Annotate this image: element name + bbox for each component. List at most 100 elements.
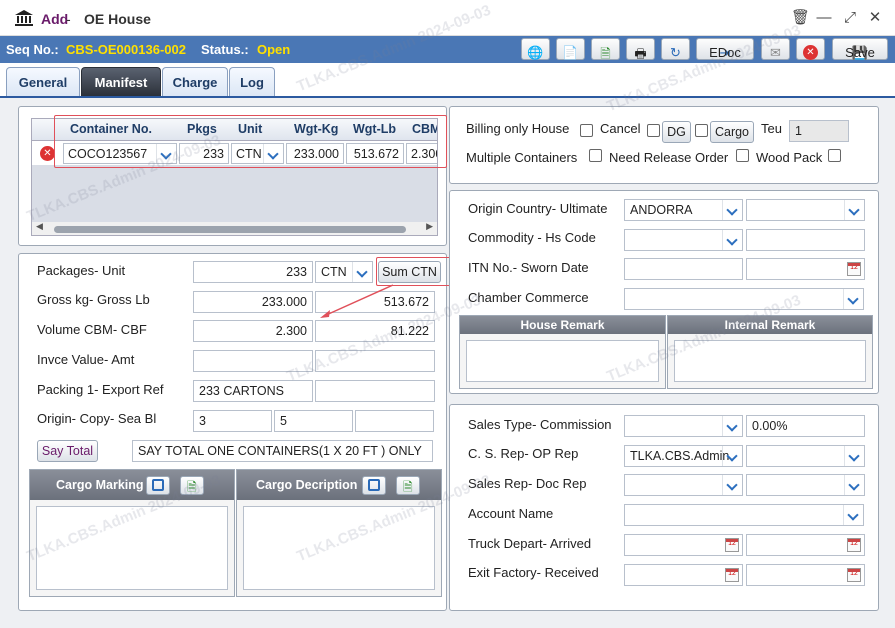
print-button[interactable]: 🖶 <box>626 38 655 61</box>
trash-icon[interactable]: 🗑 <box>791 10 810 26</box>
cargo-marking-box: Cargo Marking 🗎 <box>29 469 235 597</box>
billing-only-house-label: Billing only House <box>466 121 570 136</box>
scroll-right-icon[interactable]: ▶ <box>426 221 433 232</box>
tab-log[interactable]: Log <box>229 67 275 97</box>
horizontal-scrollbar[interactable]: ◀ ▶ <box>32 221 437 235</box>
gross-label: Gross kg- Gross Lb <box>37 292 150 307</box>
chevron-down-icon <box>722 200 742 220</box>
invoice-value-input[interactable] <box>193 350 313 372</box>
tab-charge[interactable]: Charge <box>162 67 228 97</box>
truck-arrived-input[interactable]: 12 <box>746 534 865 556</box>
document-icon: 📄 <box>562 45 579 60</box>
chevron-down-icon <box>844 475 864 495</box>
search-icon <box>152 479 164 491</box>
need-release-order-label: Need Release Order <box>609 150 729 165</box>
add-button[interactable]: 🗎 <box>180 476 204 495</box>
op-rep-select[interactable] <box>746 445 865 467</box>
tab-general[interactable]: General <box>6 67 80 97</box>
commodity-select[interactable] <box>624 229 743 251</box>
commission-input[interactable]: 0.00% <box>746 415 865 437</box>
doc-rep-select[interactable] <box>746 474 865 496</box>
origin-country-select[interactable]: ANDORRA <box>624 199 743 221</box>
packing-input[interactable]: 233 CARTONS <box>193 380 313 402</box>
billing-only-house-checkbox[interactable] <box>580 124 593 137</box>
seq-label: Seq No.: <box>6 42 59 57</box>
chamber-select[interactable] <box>624 288 864 310</box>
exit-factory-input[interactable]: 12 <box>624 564 743 586</box>
packages-unit-select[interactable]: CTN <box>315 261 373 283</box>
title-bar: Add - OE House 🗑 — ⤢ ✕ <box>0 0 895 36</box>
wood-pack-label: Wood Pack <box>756 150 823 165</box>
teu-input[interactable]: 1 <box>789 120 849 142</box>
status-label: Status.: <box>201 42 249 57</box>
save-button[interactable]: 💾 Save <box>832 38 888 60</box>
ultimate-country-select[interactable] <box>746 199 865 221</box>
internal-remark-textarea[interactable] <box>674 340 866 382</box>
volume-cbf-input[interactable]: 81.222 <box>315 320 435 342</box>
invoice-amt-input[interactable] <box>315 350 435 372</box>
itn-input[interactable] <box>624 258 743 280</box>
status-value: Open <box>257 42 291 57</box>
say-total-input[interactable]: SAY TOTAL ONE CONTAINERS(1 X 20 FT ) ONL… <box>132 440 433 462</box>
flags-panel <box>449 106 879 184</box>
globe-icon: 🌐 <box>527 45 544 60</box>
truck-depart-input[interactable]: 12 <box>624 534 743 556</box>
multiple-containers-checkbox[interactable] <box>589 149 602 162</box>
calendar-icon[interactable]: 12 <box>847 568 861 582</box>
sworn-date-input[interactable]: 12 <box>746 258 865 280</box>
add-document-button[interactable]: 🗎 <box>591 38 620 61</box>
cs-rep-select[interactable]: TLKA.CBS.Admin <box>624 445 743 467</box>
cargo-description-textarea[interactable] <box>243 506 435 590</box>
sales-rep-select[interactable] <box>624 474 743 496</box>
search-button[interactable] <box>146 476 170 495</box>
document-button[interactable]: 📄 <box>556 38 585 60</box>
annotation-arrow <box>320 284 394 318</box>
scrollbar-thumb[interactable] <box>54 226 406 233</box>
minimize-icon[interactable]: — <box>816 10 832 26</box>
dg-button[interactable]: DG <box>662 121 691 143</box>
export-ref-input[interactable] <box>315 380 435 402</box>
chevron-down-icon <box>844 446 864 466</box>
volume-label: Volume CBM- CBF <box>37 322 147 337</box>
calendar-icon[interactable]: 12 <box>725 538 739 552</box>
house-remark-textarea[interactable] <box>466 340 659 382</box>
cargo-button[interactable]: Cargo <box>710 121 754 143</box>
copy-input[interactable]: 5 <box>274 410 353 432</box>
sea-bl-input[interactable] <box>355 410 434 432</box>
cs-rep-label: C. S. Rep- OP Rep <box>468 446 579 461</box>
edoc-button[interactable]: ⇥ EDoc <box>696 38 754 60</box>
refresh-button[interactable]: ↻ <box>661 38 690 60</box>
email-button[interactable]: ✉ <box>761 38 790 60</box>
search-button[interactable] <box>362 476 386 495</box>
origin-label: Origin- Copy- Sea Bl <box>37 411 157 426</box>
gross-kg-input[interactable]: 233.000 <box>193 291 313 313</box>
close-icon[interactable]: ✕ <box>867 10 883 26</box>
volume-cbm-input[interactable]: 2.300 <box>193 320 313 342</box>
add-button[interactable]: 🗎 <box>396 476 420 495</box>
account-name-label: Account Name <box>468 506 554 521</box>
calendar-icon[interactable]: 12 <box>847 262 861 276</box>
cancel-checkbox[interactable] <box>647 124 660 137</box>
calendar-icon[interactable]: 12 <box>847 538 861 552</box>
sales-type-select[interactable] <box>624 415 743 437</box>
dg-checkbox[interactable] <box>695 124 708 137</box>
maximize-icon[interactable]: ⤢ <box>842 10 858 26</box>
need-release-order-checkbox[interactable] <box>736 149 749 162</box>
scroll-left-icon[interactable]: ◀ <box>36 221 43 232</box>
wood-pack-checkbox[interactable] <box>828 149 841 162</box>
hs-code-input[interactable] <box>746 229 865 251</box>
sales-rep-label: Sales Rep- Doc Rep <box>468 476 587 491</box>
origin-input[interactable]: 3 <box>193 410 272 432</box>
packages-input[interactable]: 233 <box>193 261 313 283</box>
globe-button[interactable]: 🌐 <box>521 38 550 60</box>
received-input[interactable]: 12 <box>746 564 865 586</box>
say-total-button[interactable]: Say Total <box>37 440 98 462</box>
delete-row-icon[interactable]: ✕ <box>40 146 55 161</box>
itn-label: ITN No.- Sworn Date <box>468 260 589 275</box>
calendar-icon[interactable]: 12 <box>725 568 739 582</box>
tab-manifest[interactable]: Manifest <box>81 67 161 97</box>
account-name-select[interactable] <box>624 504 864 526</box>
cancel-button[interactable]: ✕ <box>796 38 825 60</box>
internal-remark-box: Internal Remark <box>667 315 873 389</box>
cargo-marking-textarea[interactable] <box>36 506 228 590</box>
